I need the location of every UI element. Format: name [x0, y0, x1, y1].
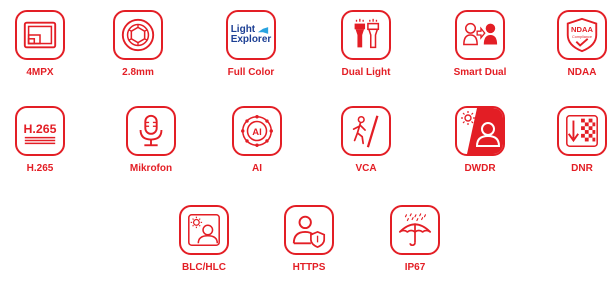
feature-label: DNR: [571, 163, 593, 174]
ai-chip-icon: AI: [241, 115, 273, 147]
ndaa-badge-text: NDAA: [571, 25, 593, 34]
blc-hlc-tile: [179, 205, 229, 255]
feature-label: Mikrofon: [129, 163, 173, 174]
feature-label: BLC/HLC: [182, 262, 226, 273]
feature-full-color: Light Explorer Full Color: [211, 10, 291, 79]
ndaa-badge-subtext: Compliance: [572, 35, 592, 39]
feature-ip67: IP67: [375, 205, 455, 274]
feature-label: AI: [252, 163, 262, 174]
feature-https: HTTPS: [269, 205, 349, 274]
secure-user-shield-icon: [292, 215, 326, 249]
feature-label: 4MPX: [26, 67, 54, 78]
smart-dual-person-icon: [463, 22, 498, 46]
ip67-tile: [390, 205, 440, 255]
feature-blc-hlc: BLC/HLC: [164, 205, 244, 274]
feature-label: DWDR: [464, 163, 496, 174]
backlight-compensation-icon: [188, 214, 220, 246]
dwdr-tile: [455, 106, 505, 156]
smart-dual-tile: [455, 10, 505, 60]
dnr-tile: [557, 106, 607, 156]
feature-h265: H.265 H.265: [0, 106, 80, 175]
ndaa-shield-icon: NDAA Compliance: [566, 17, 598, 53]
feature-label: HTTPS: [292, 262, 326, 273]
ai-badge-text: AI: [252, 127, 262, 138]
feature-label: Smart Dual: [453, 67, 507, 78]
line-crossing-person-icon: [352, 115, 379, 148]
logo-line-2: Explorer: [230, 34, 272, 45]
h265-badge-text: H.265: [24, 122, 57, 136]
feature-ndaa: NDAA Compliance NDAA: [542, 10, 613, 79]
feature-microphone: Mikrofon: [111, 106, 191, 175]
h265-tile: H.265: [15, 106, 65, 156]
resolution-tile: [15, 10, 65, 60]
feature-label: IP67: [404, 262, 426, 273]
vca-tile: [341, 106, 391, 156]
dnr-noise-icon: [566, 115, 598, 147]
feature-label: 2.8mm: [122, 67, 154, 78]
feature-smart-dual: Smart Dual: [440, 10, 520, 79]
dwdr-person-sun-icon: [461, 108, 503, 154]
microphone-tile: [126, 106, 176, 156]
feature-dwdr: DWDR: [440, 106, 520, 175]
ndaa-tile: NDAA Compliance: [557, 10, 607, 60]
dual-flashlight-icon: [354, 18, 380, 49]
full-color-tile: Light Explorer: [226, 10, 276, 60]
microphone-icon: [139, 114, 163, 147]
resolution-icon: [23, 21, 57, 49]
h265-codec-icon: H.265: [24, 122, 57, 145]
feature-lens: 2.8mm: [98, 10, 178, 79]
feature-dual-light: Dual Light: [326, 10, 406, 79]
feature-label: H.265: [26, 163, 54, 174]
light-explorer-logo: Light Explorer: [231, 25, 272, 45]
feature-4mpx: 4MPX: [0, 10, 80, 79]
feature-ai: AI AI: [217, 106, 297, 175]
feature-label: VCA: [355, 163, 377, 174]
ai-tile: AI: [232, 106, 282, 156]
feature-vca: VCA: [326, 106, 406, 175]
umbrella-rain-icon: [398, 213, 432, 247]
dual-light-tile: [341, 10, 391, 60]
feature-label: Full Color: [227, 67, 275, 78]
https-tile: [284, 205, 334, 255]
feature-dnr: DNR: [542, 106, 613, 175]
feature-label: NDAA: [567, 67, 597, 78]
feature-label: Dual Light: [341, 67, 391, 78]
lens-tile: [113, 10, 163, 60]
lens-aperture-icon: [121, 18, 155, 52]
